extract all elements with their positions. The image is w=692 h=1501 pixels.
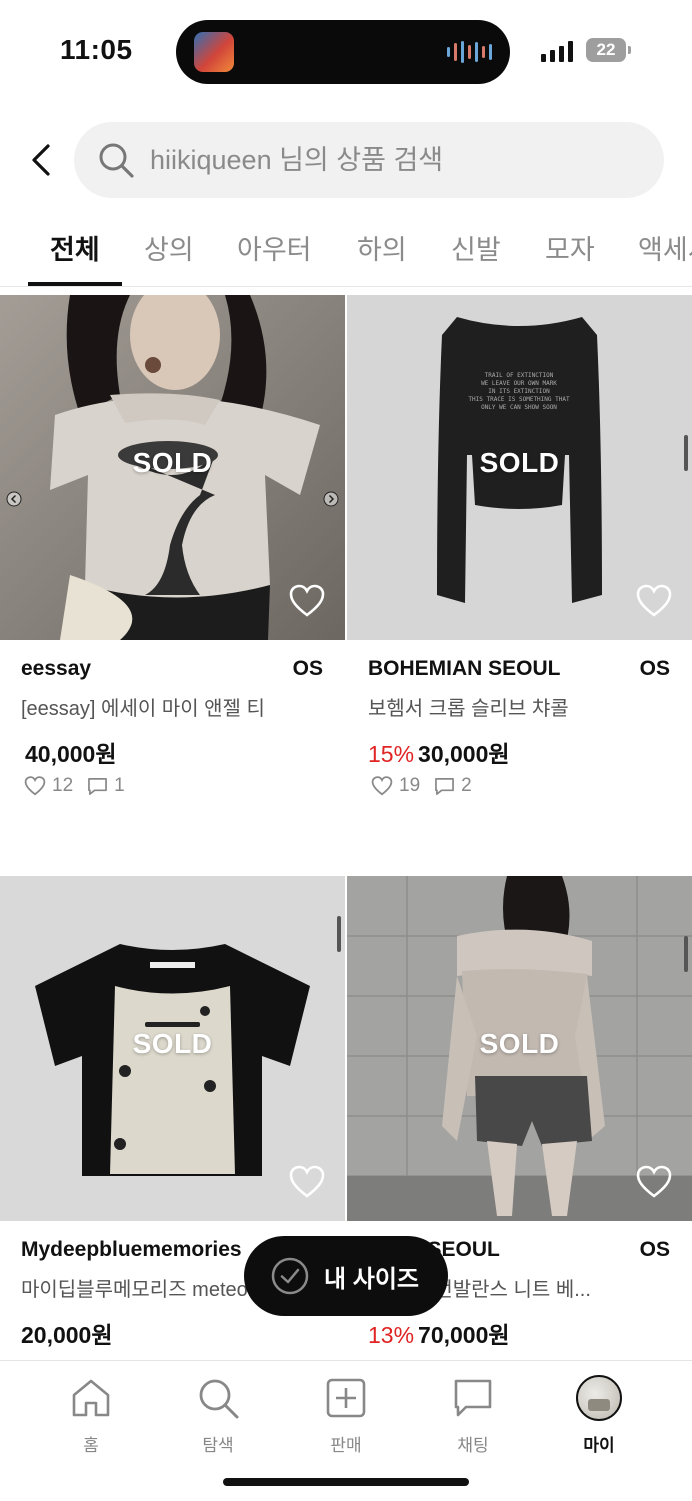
- product-card[interactable]: SOLD Mydeepbluememories 마이딥블루메모리즈 meteor…: [0, 876, 345, 1348]
- tab-shoes[interactable]: 신발: [451, 228, 501, 267]
- discount-rate: 13%: [368, 1322, 415, 1348]
- product-size: OS: [639, 657, 670, 680]
- tab-hats[interactable]: 모자: [545, 228, 595, 267]
- product-price: 70,000원: [418, 1322, 510, 1348]
- product-card[interactable]: SOLD eessay OS [eessay] 에세이 마이 앤젤 티 40,0…: [0, 295, 345, 796]
- svg-text:WE LEAVE OUR OWN MARK: WE LEAVE OUR OWN MARK: [481, 380, 557, 387]
- nav-chat[interactable]: 채팅: [423, 1375, 523, 1456]
- product-size: OS: [292, 657, 323, 680]
- tab-all[interactable]: 전체: [50, 228, 100, 267]
- like-count-icon: [371, 776, 393, 796]
- heart-icon[interactable]: [636, 1165, 672, 1199]
- nav-explore[interactable]: 탐색: [168, 1375, 268, 1456]
- my-size-filter-button[interactable]: 내 사이즈: [244, 1236, 448, 1316]
- svg-text:THIS TRACE IS SOMETHING THAT: THIS TRACE IS SOMETHING THAT: [468, 396, 570, 403]
- audio-waveform-icon: [447, 40, 492, 64]
- search-input[interactable]: [150, 138, 640, 182]
- search-icon: [99, 143, 134, 178]
- heart-icon[interactable]: [289, 1165, 325, 1199]
- status-bar: 11:05 22: [0, 0, 692, 100]
- svg-text:TRAIL OF EXTINCTION: TRAIL OF EXTINCTION: [485, 372, 554, 379]
- nav-label: 탐색: [202, 1436, 234, 1455]
- nav-label: 홈: [83, 1436, 99, 1455]
- product-brand: eessay: [21, 657, 92, 680]
- like-count-icon: [24, 776, 46, 796]
- product-image[interactable]: SOLD: [0, 876, 345, 1221]
- comment-count: 2: [461, 775, 472, 796]
- svg-text:ONLY WE CAN SHOW SOON: ONLY WE CAN SHOW SOON: [481, 404, 557, 411]
- product-price: 40,000원: [25, 741, 117, 767]
- cellular-signal-icon: [541, 40, 573, 62]
- product-stats: 19 2: [371, 775, 472, 797]
- heart-icon[interactable]: [636, 584, 672, 618]
- search-icon: [199, 1379, 239, 1419]
- product-image[interactable]: TRAIL OF EXTINCTION WE LEAVE OUR OWN MAR…: [347, 295, 692, 640]
- chat-icon: [454, 1379, 492, 1417]
- tab-accessories[interactable]: 액세서리: [638, 228, 692, 267]
- plus-square-icon: [326, 1378, 366, 1418]
- next-image-icon[interactable]: [323, 491, 339, 507]
- product-brand: BOHEMIAN SEOUL: [368, 657, 561, 680]
- product-price-row: 40,000원: [21, 735, 117, 769]
- product-name: [eessay] 에세이 마이 앤젤 티: [21, 698, 265, 720]
- tab-tops[interactable]: 상의: [144, 228, 194, 267]
- nav-label: 판매: [330, 1436, 362, 1455]
- now-playing-artwork: [194, 32, 234, 72]
- sold-badge: SOLD: [132, 1028, 213, 1059]
- sold-badge: SOLD: [479, 447, 560, 478]
- home-indicator[interactable]: [223, 1478, 469, 1486]
- discount-rate: 15%: [368, 741, 415, 767]
- battery-indicator: 22: [586, 38, 631, 62]
- home-icon: [72, 1379, 110, 1417]
- nav-label: 채팅: [457, 1436, 489, 1455]
- like-count: 19: [399, 775, 421, 796]
- back-arrow-icon[interactable]: [22, 140, 62, 180]
- product-image[interactable]: SOLD: [0, 295, 345, 640]
- comment-count-icon: [88, 777, 108, 795]
- prev-image-icon[interactable]: [6, 491, 22, 507]
- product-card[interactable]: TRAIL OF EXTINCTION WE LEAVE OUR OWN MAR…: [347, 295, 692, 796]
- category-tabs: 전체 상의 아우터 하의 신발 모자 액세서리: [0, 222, 692, 287]
- product-size: OS: [639, 1238, 670, 1261]
- product-price-row: 13% 70,000원: [368, 1316, 510, 1350]
- check-circle-icon: [271, 1257, 309, 1295]
- product-stats: 12 1: [24, 775, 125, 797]
- tab-outer[interactable]: 아우터: [237, 228, 312, 267]
- svg-text:IN ITS EXTINCTION: IN ITS EXTINCTION: [488, 388, 550, 395]
- comment-count: 1: [114, 775, 125, 796]
- image-scroll-indicator: [684, 435, 688, 471]
- nav-home[interactable]: 홈: [41, 1375, 141, 1456]
- nav-label: 마이: [583, 1436, 615, 1455]
- avatar: [576, 1375, 622, 1421]
- product-price-row: 20,000원: [21, 1316, 113, 1350]
- sold-badge: SOLD: [479, 1028, 560, 1059]
- product-brand: Mydeepbluememories: [21, 1238, 242, 1261]
- nav-sell[interactable]: 판매: [296, 1375, 396, 1456]
- my-size-label: 내 사이즈: [324, 1265, 419, 1293]
- status-time: 11:05: [60, 34, 133, 65]
- comment-count-icon: [435, 777, 455, 795]
- product-price: 20,000원: [21, 1322, 113, 1348]
- tab-bottoms[interactable]: 하의: [357, 228, 407, 267]
- product-name: 보헴서 크롭 슬리브 챠콜: [368, 698, 569, 720]
- nav-my[interactable]: 마이: [549, 1375, 649, 1456]
- product-image[interactable]: SOLD: [347, 876, 692, 1221]
- sold-badge: SOLD: [132, 447, 213, 478]
- image-scroll-indicator: [684, 936, 688, 972]
- like-count: 12: [52, 775, 74, 796]
- heart-icon[interactable]: [289, 584, 325, 618]
- product-price-row: 15% 30,000원: [368, 735, 510, 769]
- search-bar[interactable]: [74, 122, 664, 198]
- product-card[interactable]: SOLD MIAN SEOUL OS 픈 카라 언발란스 니트 베... 13%…: [347, 876, 692, 1348]
- active-tab-indicator: [28, 282, 122, 286]
- dynamic-island[interactable]: [176, 20, 510, 84]
- image-scroll-indicator: [337, 916, 341, 952]
- product-price: 30,000원: [418, 741, 510, 767]
